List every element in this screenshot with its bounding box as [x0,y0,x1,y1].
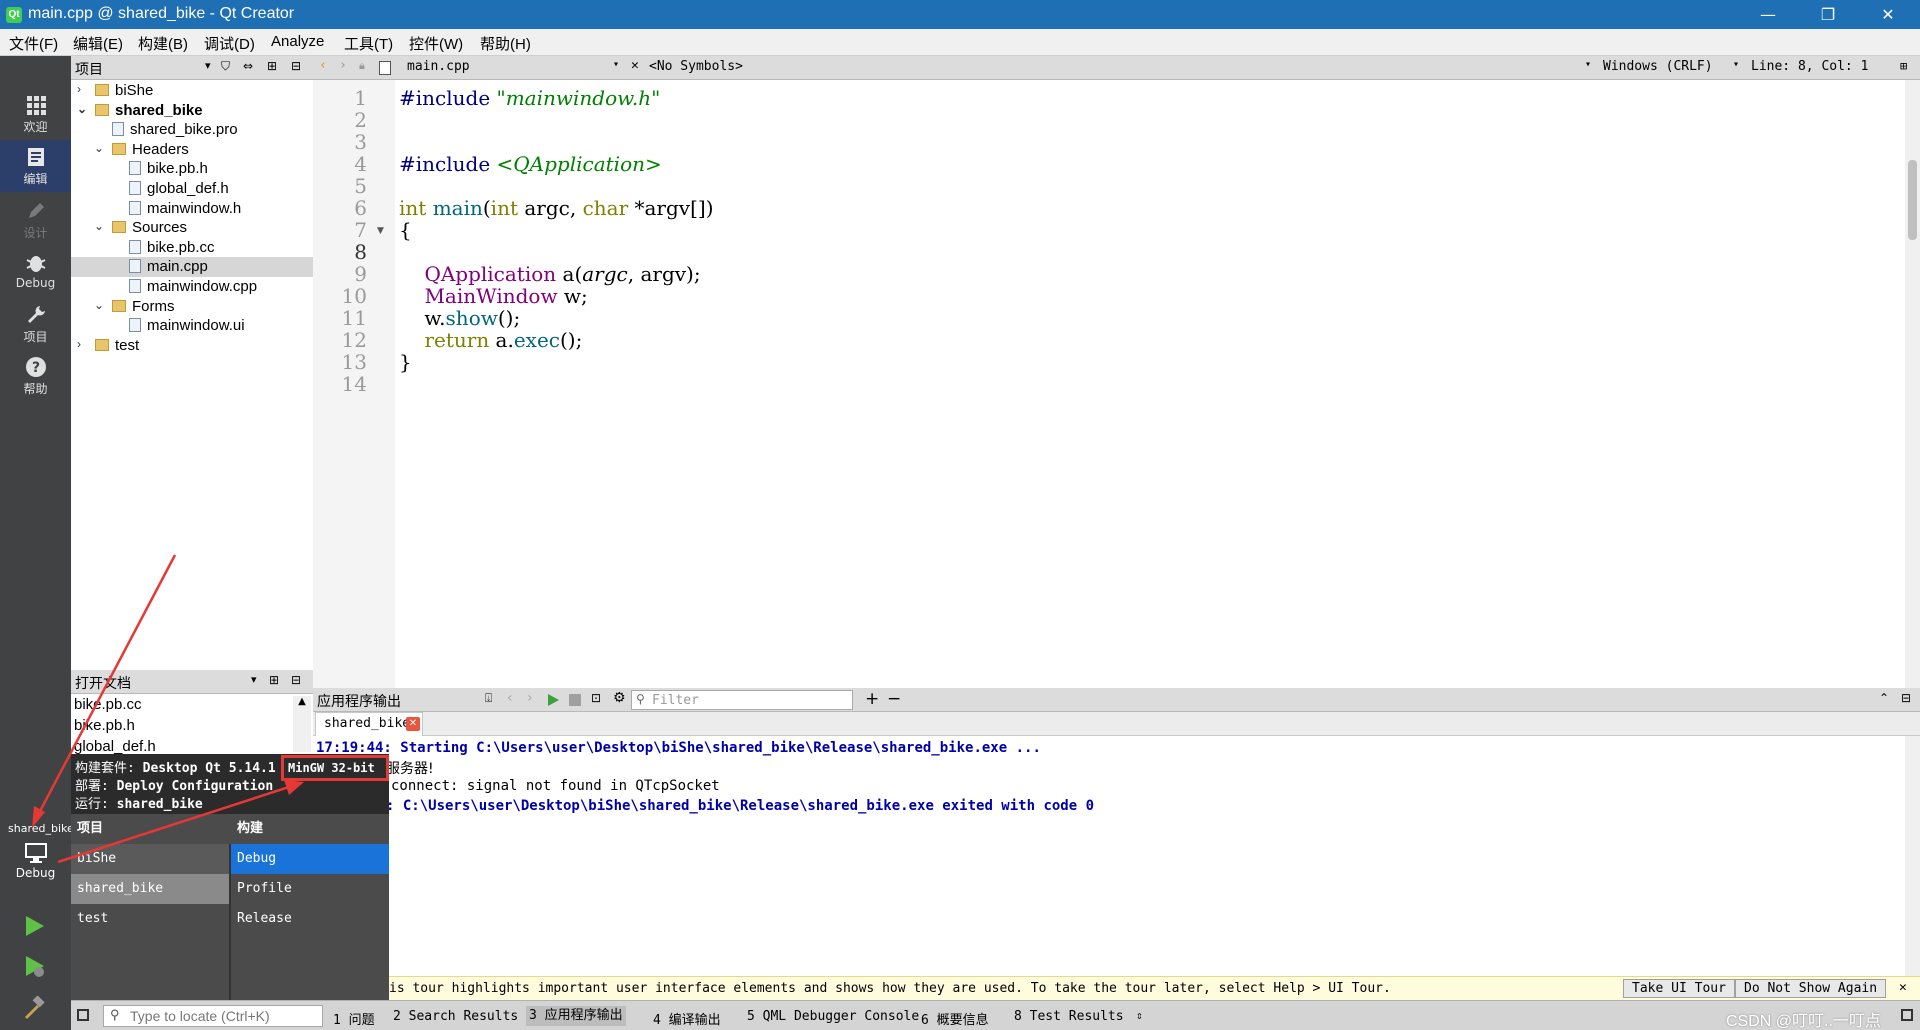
annotation-arrowhead [32,806,45,828]
annotation-arrow-line [36,554,177,816]
annotation-arrowhead [284,780,304,795]
annotation-overlay [32,554,304,864]
annotation-arrow-line [57,784,293,864]
